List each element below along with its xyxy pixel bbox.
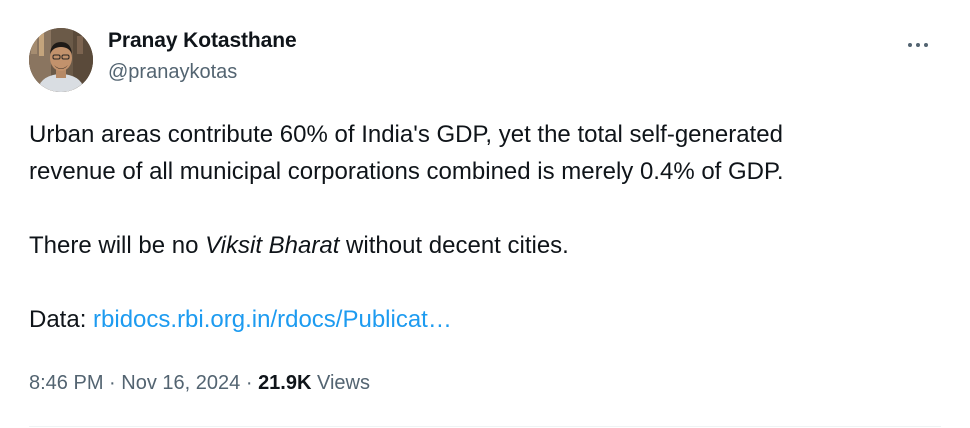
author-name[interactable]: Pranay Kotasthane	[108, 29, 297, 53]
separator: ·	[245, 372, 253, 394]
separator: ·	[109, 372, 116, 394]
tweet-date[interactable]: Nov 16, 2024	[121, 372, 240, 394]
tweet-card: Pranay Kotasthane @pranaykotas Urban are…	[0, 0, 970, 428]
more-horizontal-icon	[908, 43, 912, 47]
text-span: There will be no	[29, 232, 206, 259]
divider	[29, 426, 941, 427]
data-source-link[interactable]: rbidocs.rbi.org.in/rdocs/Publicat…	[93, 306, 452, 333]
data-source-line: Data: rbidocs.rbi.org.in/rdocs/Publicat…	[29, 301, 934, 338]
avatar-photo-icon	[29, 28, 93, 92]
more-options-button[interactable]	[898, 28, 938, 62]
tweet-metadata: 8:46 PM · Nov 16, 2024 · 21.9K Views	[29, 372, 370, 395]
italic-text: Viksit Bharat	[205, 232, 340, 259]
tweet-line: Urban areas contribute 60% of India's GD…	[29, 121, 783, 148]
tweet-text: Urban areas contribute 60% of India's GD…	[29, 116, 934, 338]
views-count: 21.9K	[258, 372, 312, 394]
text-span: without decent cities.	[339, 232, 569, 259]
data-label: Data:	[29, 306, 94, 333]
tweet-time[interactable]: 8:46 PM	[29, 372, 103, 394]
tweet-line: revenue of all municipal corporations co…	[29, 158, 784, 185]
avatar[interactable]	[29, 28, 93, 92]
tweet-paragraph: There will be no Viksit Bharat without d…	[29, 227, 934, 264]
author-handle[interactable]: @pranaykotas	[108, 61, 237, 84]
views-label: Views	[317, 372, 370, 394]
